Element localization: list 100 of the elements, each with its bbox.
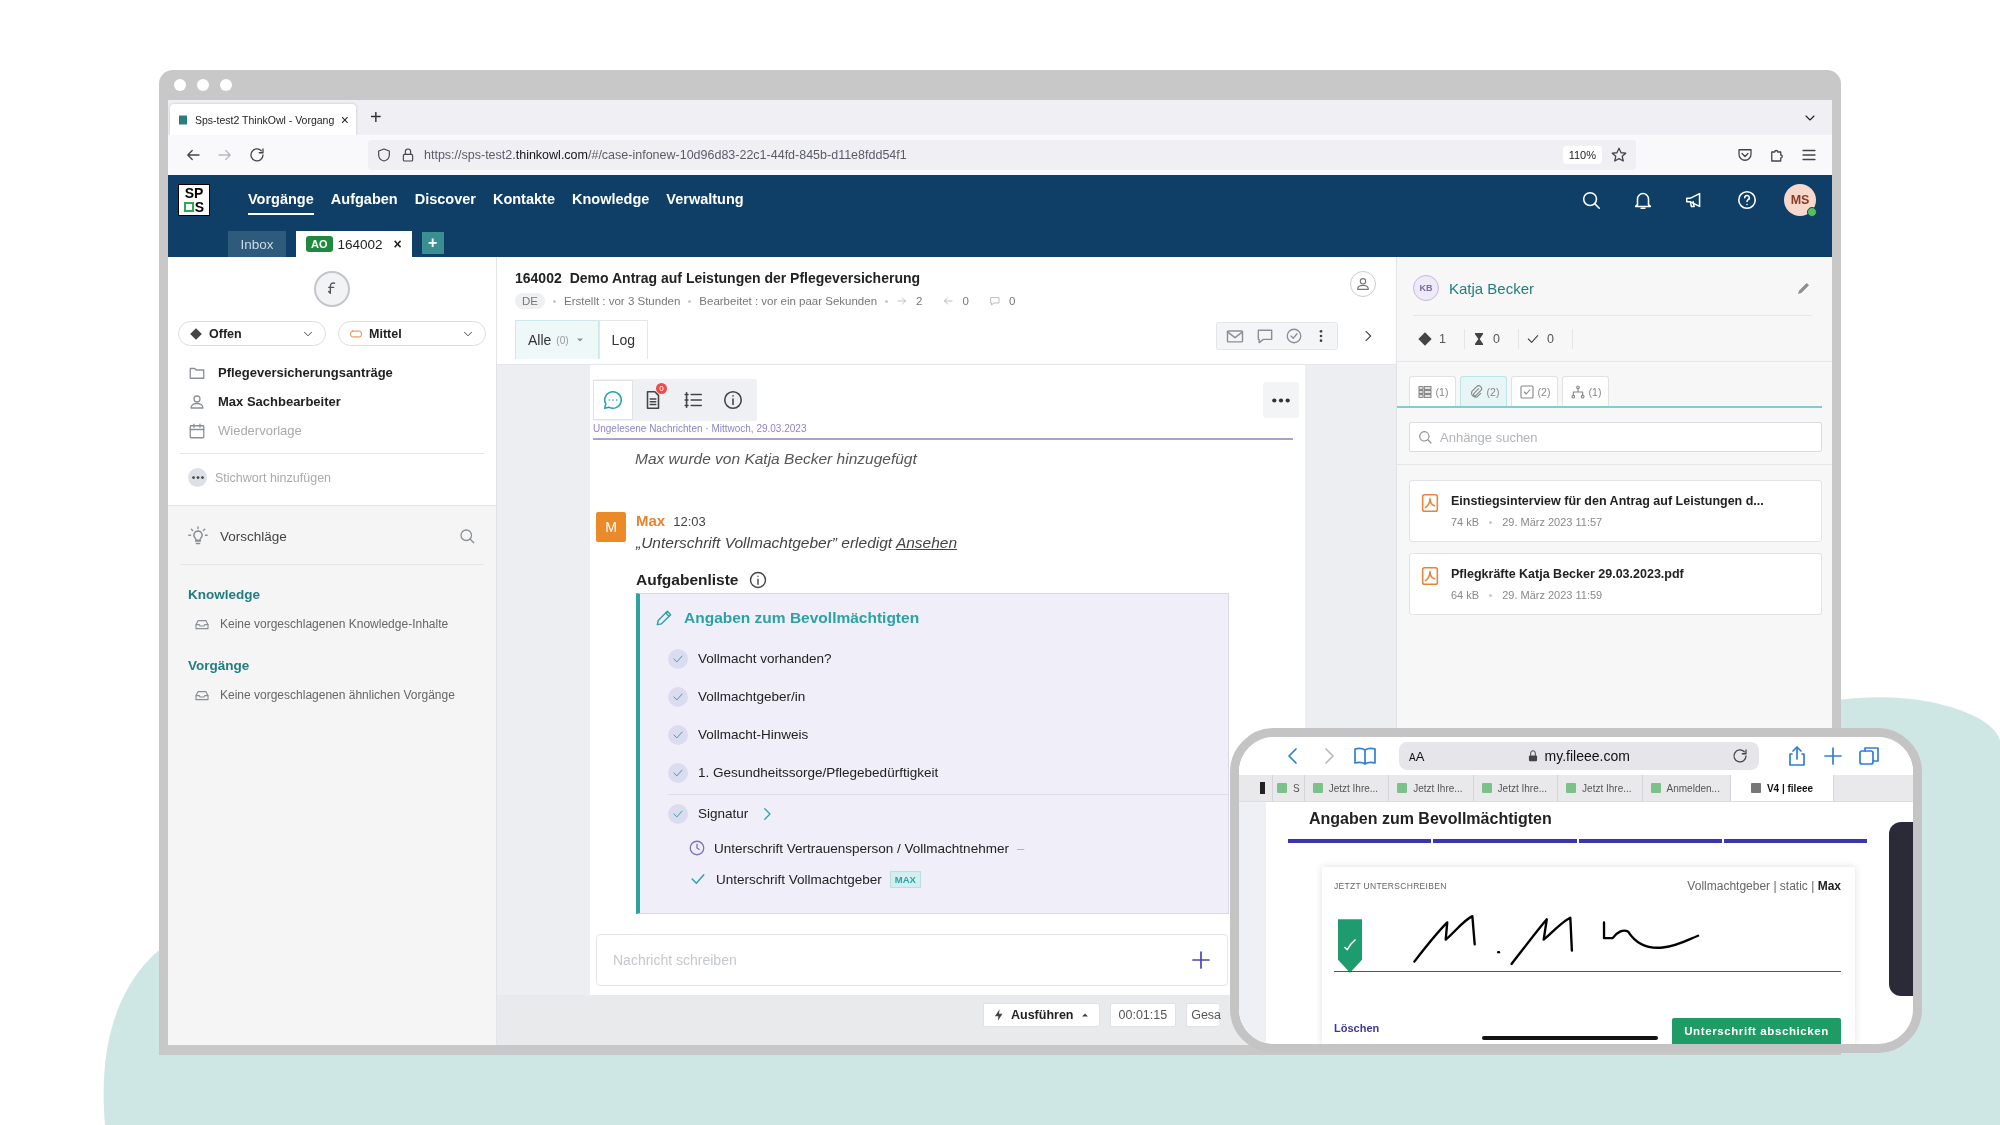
logo[interactable]: SP S [178, 184, 210, 216]
section-heading: Knowledge [187, 586, 261, 602]
nav-item[interactable]: Discover [414, 185, 476, 215]
file-date: 29. März 2023 11:57 [1502, 516, 1603, 528]
link[interactable]: Ansehen [895, 533, 958, 551]
nav-item[interactable]: Knowledge [571, 185, 650, 215]
url-text: https://sps-test2.thinkowl.com/#/case-infonew-10d96d83-22c1-44fd-845b-d11e8fdd54f1 [424, 148, 907, 162]
browser-tab[interactable]: Jetzt Ihre... [1473, 775, 1559, 801]
user-avatar[interactable]: MS [1784, 184, 1816, 216]
pdf-icon [1419, 492, 1441, 514]
page-title: Angaben zum Bevollmächtigten [1309, 810, 1553, 828]
address-text: my.fileee.com [1544, 748, 1630, 764]
contact-name[interactable]: Katja Becker [1449, 279, 1535, 297]
check-circle-icon[interactable] [1285, 327, 1303, 345]
favicon-icon [1750, 783, 1761, 793]
info-icon [722, 389, 744, 411]
nav-item[interactable]: Aufgaben [330, 185, 398, 215]
task-label: Vollmacht vorhanden? [698, 651, 832, 666]
file-name: Einstiegsinterview für den Antrag auf Leistungen d... [1451, 494, 1764, 508]
empty-text: Keine vorgeschlagenen Knowledge-Inhalte [220, 617, 449, 631]
task-label: Signatur [698, 806, 749, 821]
new-tab-button[interactable]: + [370, 106, 382, 129]
address-bar[interactable]: AA my.fileee.com [1399, 742, 1759, 770]
file-name: Pflegkräfte Katja Becker 29.03.2023.pdf [1451, 567, 1684, 581]
tab-title: Sps-test2 ThinkOwl - Vorgang [195, 113, 335, 126]
search-icon[interactable] [1580, 189, 1602, 211]
add-tag-button[interactable] [188, 468, 207, 487]
timer-field: 00:01:15 [1109, 1003, 1177, 1027]
add-tab-button[interactable]: + [421, 232, 444, 254]
task-label: Unterschrift Vertrauensperson / Vollmachtnehmer [714, 840, 1009, 856]
user-avatar: M [596, 511, 626, 542]
browser-tab[interactable]: Anmelden... [1642, 775, 1731, 801]
view-tab[interactable]: Log [598, 320, 648, 359]
view-tab[interactable]: Alle (0) [515, 320, 599, 359]
chat-icon [602, 389, 624, 411]
submit-button[interactable]: Unterschrift abschicken [1672, 1018, 1841, 1044]
tabs-icon[interactable] [1857, 744, 1881, 768]
checkbox-icon [1518, 383, 1535, 400]
check-mark[interactable] [668, 648, 688, 669]
url-field[interactable]: https://sps-test2.thinkowl.com/#/case-infonew-10d96d83-22c1-44fd-845b-d11e8fdd54f1 110% [368, 140, 1636, 170]
check-mark[interactable] [668, 686, 688, 707]
system-message: Max wurde von Katja Becker hinzugefügt [635, 449, 919, 468]
favicon-icon [177, 113, 189, 126]
new-tab-icon[interactable] [1821, 744, 1845, 768]
section-title: Vorschläge [220, 528, 287, 544]
file-size: 64 kB [1451, 589, 1480, 601]
edit-icon[interactable] [1796, 280, 1812, 296]
inbox-tab[interactable]: Inbox [228, 231, 286, 257]
nav-item[interactable]: Vorgänge [248, 185, 314, 215]
counter: 2 [916, 295, 923, 307]
browser-tab[interactable]: V4 | fileee [1730, 775, 1835, 801]
message-time: 12:03 [673, 513, 706, 529]
text-size-button[interactable]: AA [1409, 748, 1425, 764]
signer-text: Vollmachtgeber | static | Max [1687, 878, 1841, 893]
count-text: (0) [556, 334, 569, 346]
panel-tab[interactable]: (1) [1409, 376, 1456, 406]
author-name: Max [636, 511, 666, 529]
browser-tab[interactable]: Jetzt Ihre... [1304, 775, 1390, 801]
reload-icon[interactable] [1731, 747, 1749, 765]
detail-text: Max Sachbearbeiter [218, 394, 341, 409]
reload-icon[interactable] [248, 146, 266, 164]
check-mark[interactable] [668, 803, 688, 824]
help-icon[interactable] [1736, 189, 1758, 211]
pocket-icon[interactable] [1736, 146, 1754, 164]
close-button[interactable]: × [393, 236, 402, 252]
case-id: 164002 [515, 270, 562, 286]
run-button[interactable]: Ausführen [983, 1003, 1100, 1027]
favicon-icon [1277, 783, 1287, 793]
check-mark[interactable] [668, 724, 688, 745]
nav-item[interactable]: Verwaltung [666, 185, 744, 215]
browser-tab[interactable]: S [1273, 775, 1305, 801]
case-tab[interactable]: AO 164002 × [296, 231, 412, 257]
browser-tab[interactable]: Sps-test2 ThinkOwl - Vorgang × [170, 104, 356, 135]
nav-item[interactable]: Kontakte [492, 185, 555, 215]
browser-tab[interactable]: Jetzt Ihre... [1558, 775, 1643, 801]
arrow-right-icon [896, 295, 909, 307]
panel-tab[interactable]: (2) [1511, 376, 1558, 406]
more-button[interactable] [1263, 382, 1299, 418]
stat-count: 0 [1492, 331, 1500, 346]
close-button[interactable]: × [340, 111, 349, 128]
zoom-badge[interactable]: 110% [1562, 146, 1602, 164]
counter: 0 [962, 295, 969, 307]
favicon-icon [1566, 783, 1577, 793]
language-badge: DE [515, 293, 545, 309]
star-icon[interactable] [1610, 146, 1628, 164]
clear-link[interactable]: Löschen [1334, 1022, 1380, 1034]
arrow-left-icon [942, 295, 955, 307]
contact-avatar: KB [1413, 275, 1439, 301]
check-mark[interactable] [668, 762, 688, 783]
comment-icon[interactable] [1255, 326, 1275, 346]
fields-icon [1416, 383, 1433, 400]
search-field[interactable]: Anhänge suchen [1409, 422, 1822, 452]
favicon-icon [1481, 783, 1492, 793]
panel-tab[interactable]: (1) [1562, 376, 1609, 406]
attachment-card[interactable]: Pflegkräfte Katja Becker 29.03.2023.pdf 64 kB 29. März 2023 11:59 [1409, 553, 1822, 615]
browser-tab[interactable]: Jetzt Ihre... [1389, 775, 1474, 801]
info-icon[interactable] [748, 569, 769, 590]
divider-label: Ungelesene Nachrichten · Mittwoch, 29.03.2023 [593, 423, 808, 435]
attachment-card[interactable]: Einstiegsinterview für den Antrag auf Leistungen d... 74 kB 29. März 2023 11:57 [1409, 480, 1822, 542]
favicon-icon [1312, 783, 1323, 793]
